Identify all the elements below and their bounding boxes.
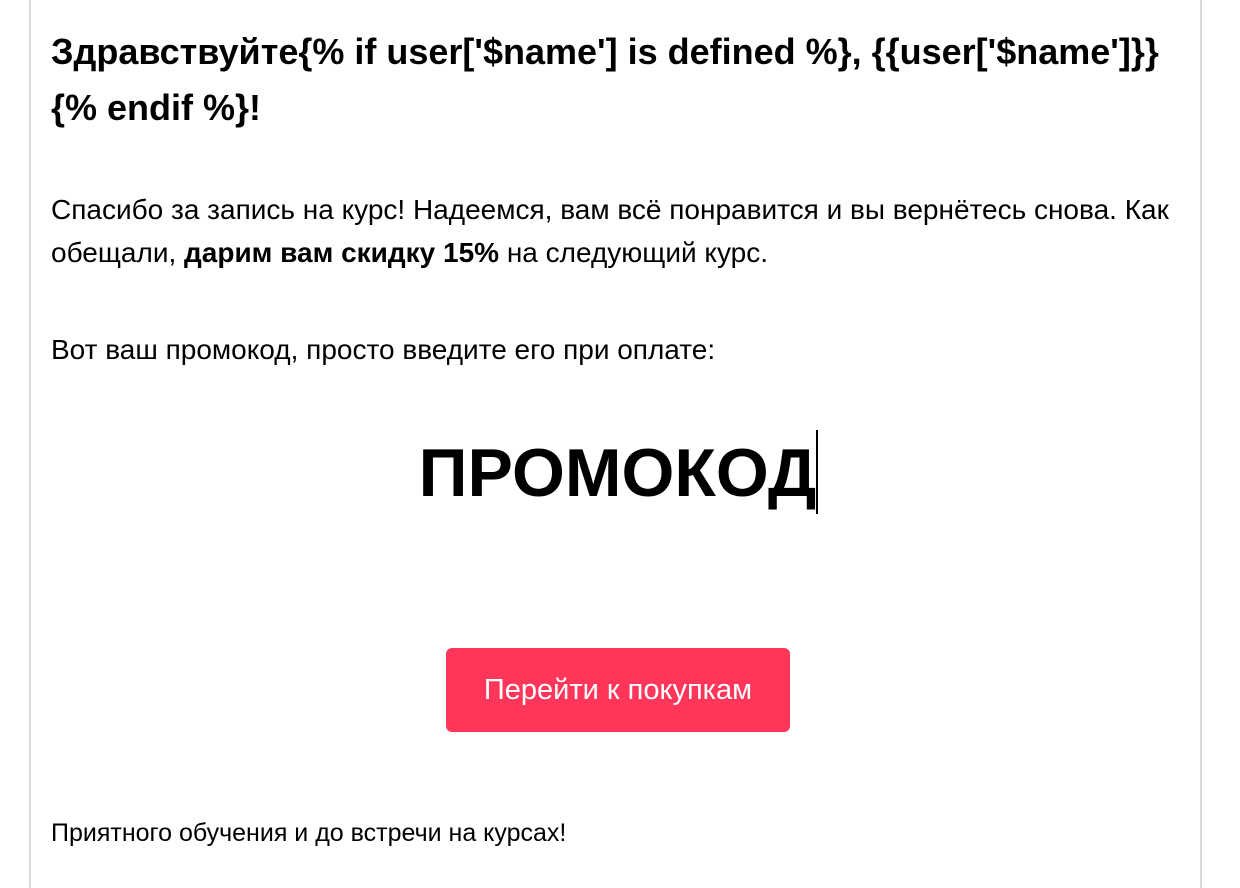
go-shopping-button[interactable]: Перейти к покупкам [446,648,790,732]
promo-code-block: ПРОМОКОД [51,428,1186,518]
promo-code-text: ПРОМОКОД [418,435,817,511]
text-cursor [816,430,819,514]
closing-text: Приятного обучения и до встречи на курса… [51,819,567,847]
thanks-text-end: на следующий курс. [499,237,768,268]
promo-code[interactable]: ПРОМОКОД [419,428,819,518]
thanks-paragraph: Спасибо за запись на курс! Надеемся, вам… [51,188,1186,274]
discount-text: дарим вам скидку 15% [184,237,500,268]
email-content: Здравствуйте{% if user['$name'] is defin… [51,0,1186,888]
promo-intro-text: Вот ваш промокод, просто введите его при… [51,334,716,365]
greeting-heading: Здравствуйте{% if user['$name'] is defin… [51,31,1159,128]
email-canvas: Здравствуйте{% if user['$name'] is defin… [29,0,1202,888]
